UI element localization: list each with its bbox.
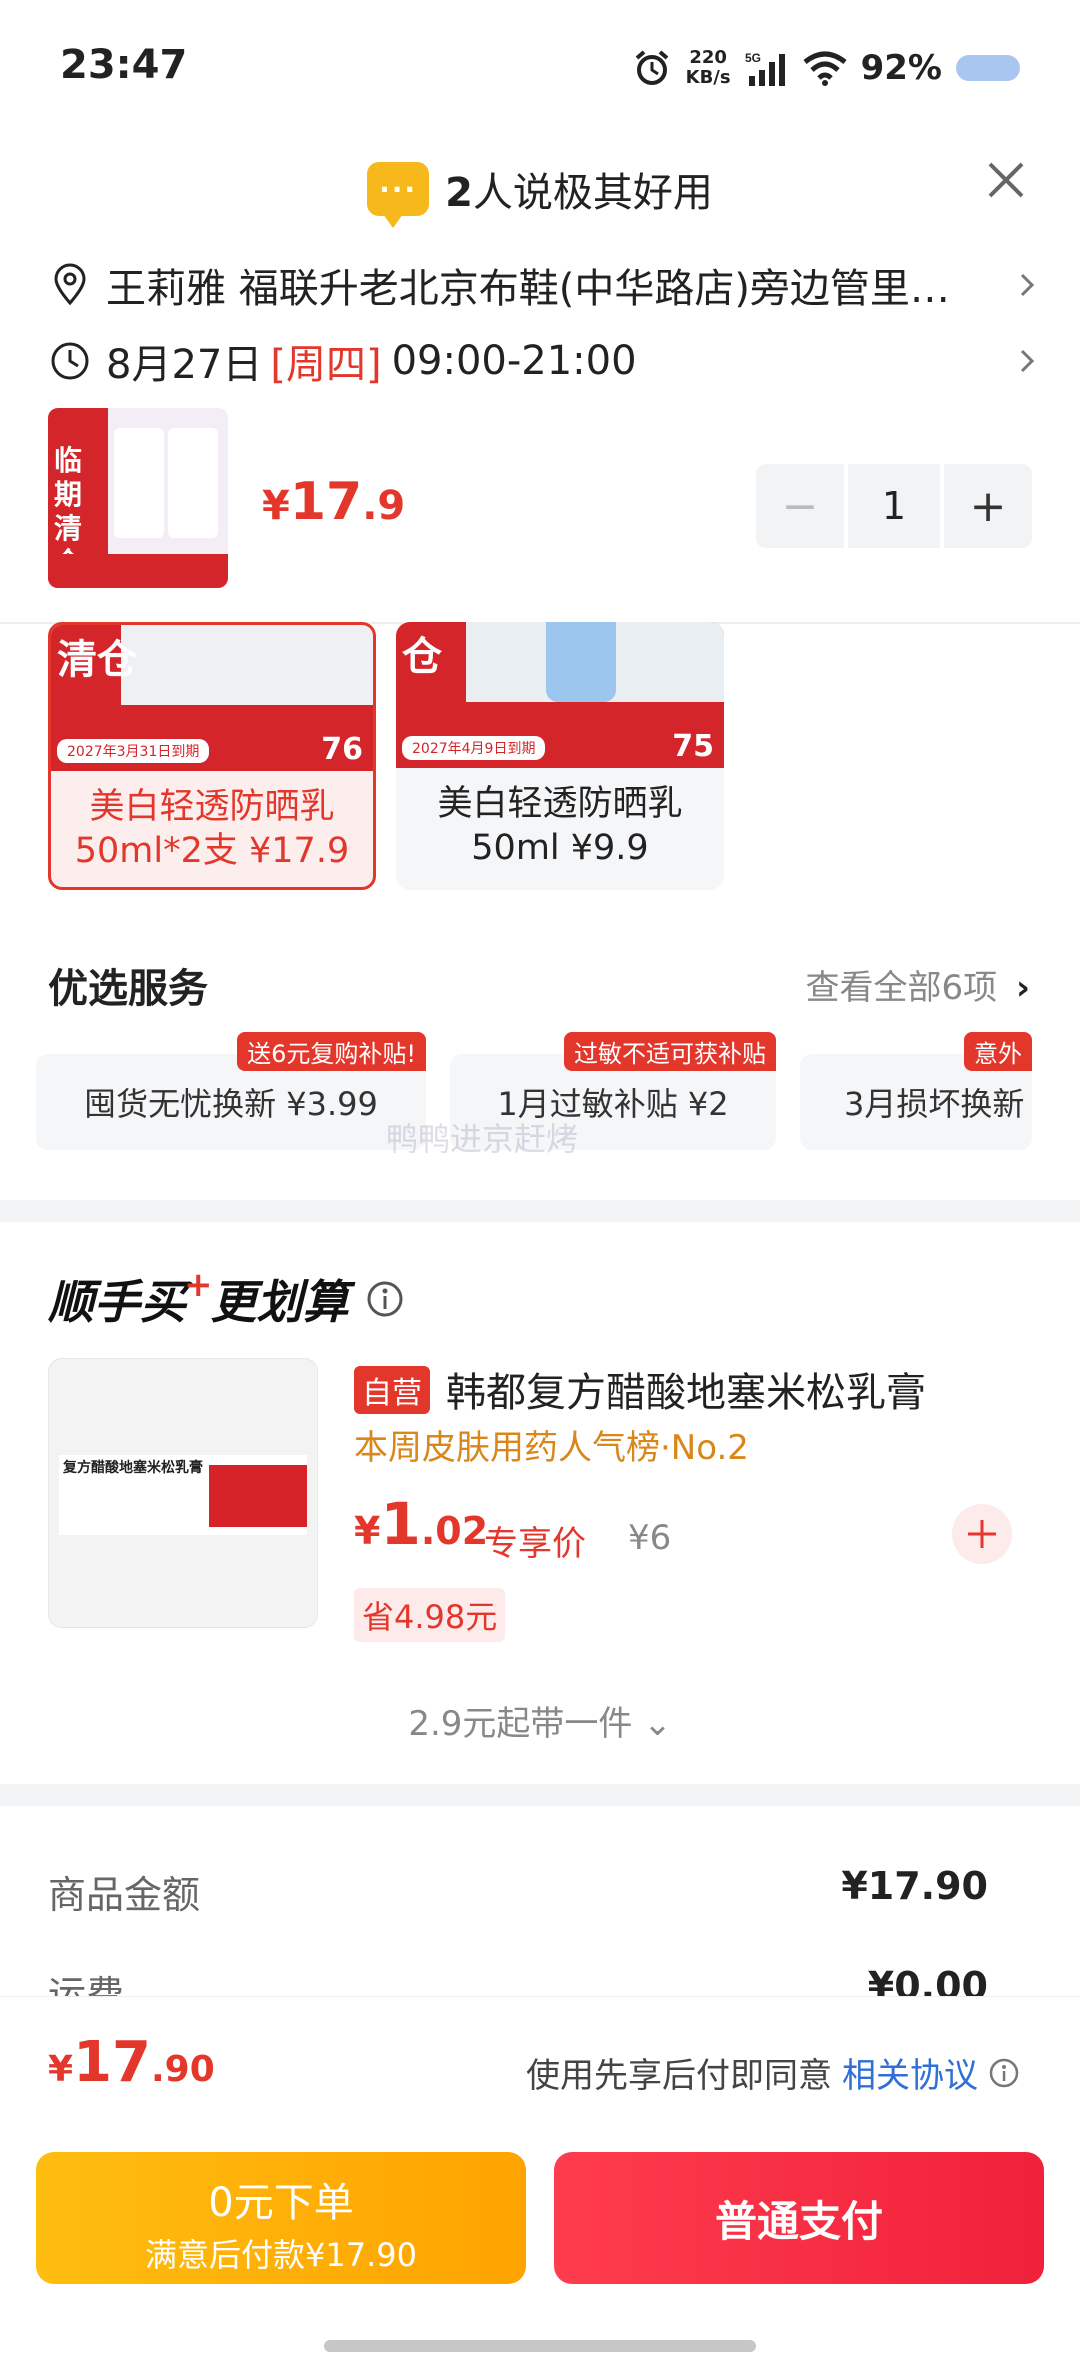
- chat-bubble-icon: ···: [367, 162, 430, 228]
- agreement-link[interactable]: 相关协议: [842, 2048, 978, 2097]
- address-row[interactable]: 王莉雅 福联升老北京布鞋(中华路店)旁边管里…: [48, 256, 1040, 314]
- wifi-icon: [803, 51, 847, 86]
- info-icon[interactable]: [988, 2057, 1020, 2089]
- service-option[interactable]: 3月损坏换新 意外: [800, 1032, 1032, 1150]
- watermark: 鸭鸭进京赶烤: [386, 1120, 579, 1158]
- drug-image[interactable]: 复方醋酸地塞米松乳膏: [48, 1358, 318, 1628]
- signal-icon: 5G: [745, 51, 785, 86]
- spec-detail: 50ml*2支 ¥17.9: [74, 831, 350, 871]
- home-indicator[interactable]: [324, 2340, 756, 2352]
- service-option[interactable]: 囤货无忧换新 ¥3.99 送6元复购补贴!: [36, 1032, 426, 1150]
- plus-icon: [968, 1520, 996, 1548]
- clock-icon: [51, 342, 89, 380]
- section-divider: [0, 1784, 1080, 1806]
- status-time: 23:47: [60, 42, 188, 88]
- spec-detail: 50ml ¥9.9: [471, 828, 649, 868]
- popup-title: ··· 2人说极其好用: [0, 160, 1080, 228]
- battery-icon: [956, 55, 1020, 81]
- info-icon[interactable]: [365, 1279, 405, 1319]
- delivery-date: 8月27日: [106, 342, 263, 388]
- see-all-services-link[interactable]: 查看全部6项 ›: [806, 960, 1030, 1009]
- goods-amount-value: ¥17.90: [841, 1864, 988, 1908]
- review-text: 人说极其好用: [472, 170, 713, 216]
- decrease-button[interactable]: −: [756, 464, 844, 548]
- svg-text:5G: 5G: [745, 51, 761, 65]
- spec-image: 仓 2027年4月9日到期 75: [396, 622, 724, 768]
- spec-name: 美白轻透防晒乳: [437, 784, 683, 824]
- chevron-right-icon: ›: [1015, 968, 1030, 1008]
- quantity-value[interactable]: 1: [848, 464, 940, 548]
- spec-image: 清仓 2027年3月31日到期 76: [51, 625, 373, 771]
- location-pin-icon: [54, 263, 86, 306]
- spec-option-2pack[interactable]: 清仓 2027年3月31日到期 76 美白轻透防晒乳 50ml*2支 ¥17.9: [48, 622, 376, 890]
- pay-later-button[interactable]: 0元下单 满意后付款¥17.90: [36, 2152, 526, 2284]
- drug-name[interactable]: 韩都复方醋酸地塞米松乳膏: [446, 1360, 926, 1418]
- product-thumbnail: 临期清仓: [48, 408, 228, 588]
- self-operated-tag: 自营: [354, 1366, 430, 1414]
- delivery-hours: 09:00-21:00: [391, 338, 637, 384]
- review-count: 2: [445, 170, 473, 216]
- delivery-time-row[interactable]: 8月27日 [周四] 09:00-21:00: [48, 332, 1040, 390]
- savings-tag: 省4.98元: [354, 1588, 506, 1642]
- spec-option-single[interactable]: 仓 2027年4月9日到期 75 美白轻透防晒乳 50ml ¥9.9: [396, 622, 724, 890]
- drug-price: ¥1.02: [354, 1490, 489, 1558]
- quantity-stepper[interactable]: − 1 +: [756, 464, 1032, 548]
- delivery-address: 王莉雅 福联升老北京布鞋(中华路店)旁边管里…: [106, 266, 950, 312]
- service-tag: 过敏不适可获补贴: [564, 1032, 776, 1071]
- section-divider: [0, 1200, 1080, 1222]
- spec-name: 美白轻透防晒乳: [89, 787, 335, 827]
- agreement-notice: 使用先享后付即同意 相关协议: [526, 2048, 1020, 2097]
- delivery-weekday: [周四]: [270, 342, 382, 388]
- chevron-right-icon: [1020, 273, 1035, 297]
- normal-pay-button[interactable]: 普通支付: [554, 2152, 1044, 2284]
- buy-together-title: 顺手买 + 更划算: [48, 1265, 405, 1332]
- close-icon[interactable]: [976, 150, 1036, 210]
- net-speed: 220 KB/s: [685, 47, 731, 88]
- rank-label: 本周皮肤用药人气榜·No.2: [354, 1428, 749, 1468]
- original-price: ¥6: [628, 1518, 672, 1558]
- service-tag: 意外: [964, 1032, 1032, 1071]
- add-to-order-button[interactable]: [952, 1504, 1012, 1564]
- total-price: ¥17.90: [48, 2030, 215, 2095]
- services-title: 优选服务: [48, 966, 208, 1012]
- exclusive-price-label: 专享价: [484, 1524, 586, 1564]
- goods-amount-label: 商品金额: [48, 1873, 201, 1917]
- battery-percent: 92%: [860, 48, 942, 88]
- alarm-icon: [635, 50, 668, 85]
- increase-button[interactable]: +: [944, 464, 1032, 548]
- show-more-button[interactable]: 2.9元起带一件 ⌄: [0, 1696, 1080, 1745]
- status-icons: 220 KB/s 5G 92%: [632, 48, 1020, 88]
- product-price: ¥17.9: [262, 472, 406, 532]
- service-tag: 送6元复购补贴!: [237, 1032, 426, 1071]
- chevron-right-icon: [1020, 349, 1035, 373]
